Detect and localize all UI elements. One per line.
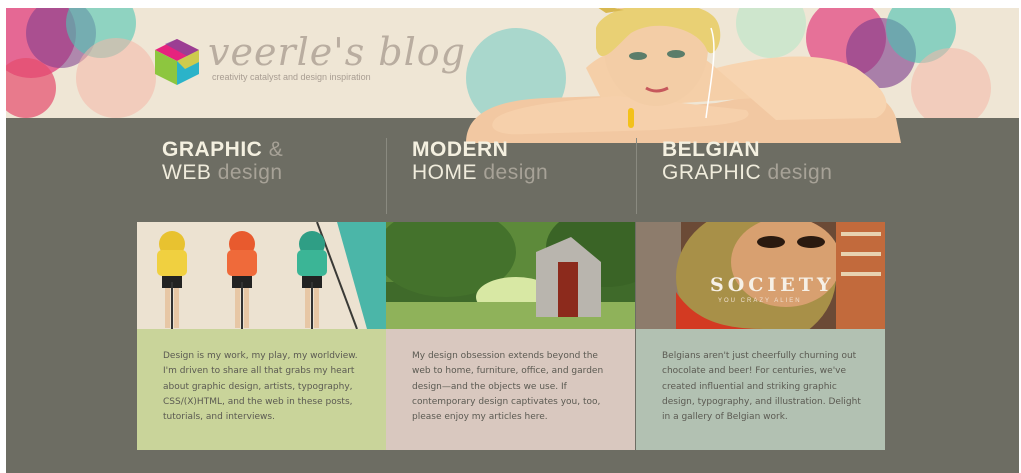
description-belgian-graphic: Belgians aren't just cheerfully churning… (636, 329, 885, 450)
heading-light: GRAPHIC (662, 161, 762, 184)
description-graphic-web: Design is my work, my play, my worldview… (137, 329, 386, 450)
heading-bold: GRAPHIC (162, 138, 263, 161)
description-modern-home: My design obsession extends beyond the w… (386, 329, 635, 450)
heading-muted: design (217, 161, 283, 184)
page-frame: veerle's blog creativity catalyst and de… (6, 8, 1019, 473)
decor-circle (76, 38, 156, 118)
column-divider (386, 138, 387, 214)
header-illustration (466, 8, 901, 143)
column-heading-modern-home[interactable]: MODERN HOME design (412, 138, 660, 214)
site-title[interactable]: veerle's blog (208, 30, 466, 74)
heading-light: WEB (162, 161, 212, 184)
society-poster-photo[interactable]: SOCIETY YOU CRAZY ALIEN (636, 222, 885, 329)
forest-house-photo[interactable] (386, 222, 635, 329)
poster-subtitle: YOU CRAZY ALIEN (718, 298, 802, 304)
cyclists-illustration[interactable] (137, 222, 386, 329)
column-heading-graphic-web[interactable]: GRAPHIC & WEB design (162, 138, 410, 214)
site-tagline: creativity catalyst and design inspirati… (212, 72, 371, 82)
column-divider (636, 138, 637, 214)
heading-muted: design (483, 161, 549, 184)
heading-light: HOME (412, 161, 477, 184)
column-heading-belgian-graphic[interactable]: BELGIAN GRAPHIC design (662, 138, 910, 214)
heading-muted: design (767, 161, 833, 184)
decor-circle (911, 48, 991, 118)
heading-bold: BELGIAN (662, 138, 760, 161)
heading-bold: MODERN (412, 138, 509, 161)
heading-ampersand: & (268, 138, 284, 161)
poster-title: SOCIETY (710, 274, 835, 296)
logo-cube-icon[interactable] (151, 36, 203, 88)
